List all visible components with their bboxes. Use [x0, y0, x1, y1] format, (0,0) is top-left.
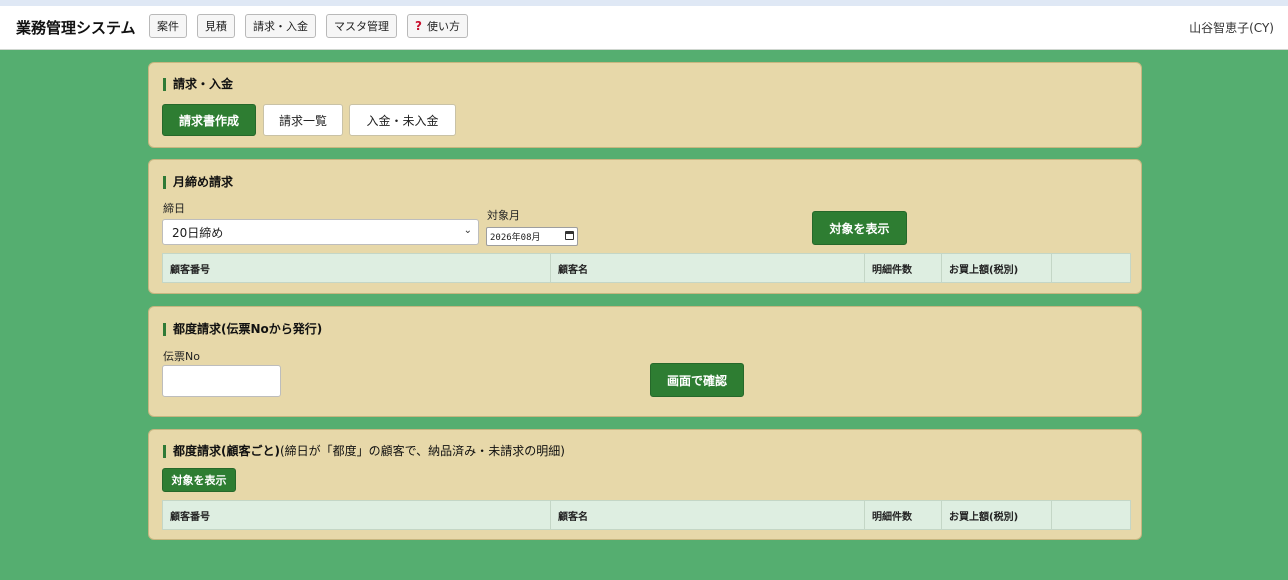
col-item-count: 明細件数 — [864, 500, 942, 530]
col-item-count: 明細件数 — [864, 253, 942, 283]
monthly-billing-panel: 月締め請求 締日 20日締め ⌄ 対象月 2026年08月 対象を表示 顧客番号… — [148, 159, 1142, 294]
closing-day-value: 20日締め — [172, 225, 224, 240]
target-month-value: 2026年08月 — [490, 233, 541, 243]
tab-create-invoice[interactable]: 請求書作成 — [162, 104, 256, 136]
nav-billing[interactable]: 請求・入金 — [245, 14, 316, 38]
billing-panel: 請求・入金 請求書作成 請求一覧 入金・未入金 — [148, 62, 1142, 148]
col-customer-name: 顧客名 — [550, 253, 865, 283]
per-customer-note: (締日が「都度」の顧客で、納品済み・未請求の明細) — [279, 444, 565, 458]
app-title: 業務管理システム — [16, 19, 136, 37]
nav-help[interactable]: ? 使い方 — [407, 14, 468, 38]
show-customer-targets-button[interactable]: 対象を表示 — [162, 468, 236, 492]
col-actions — [1051, 253, 1131, 283]
confirm-on-screen-button[interactable]: 画面で確認 — [650, 363, 744, 397]
question-mark-icon: ? — [415, 19, 422, 33]
slip-no-input[interactable] — [162, 365, 281, 397]
target-month-label: 対象月 — [487, 209, 520, 222]
app-header: 業務管理システム 案件 見積 請求・入金 マスタ管理 ? 使い方 山谷智恵子(C… — [0, 6, 1288, 50]
per-customer-title-text: 都度請求(顧客ごと) — [173, 444, 280, 458]
main-nav: 案件 見積 請求・入金 マスタ管理 ? 使い方 — [149, 14, 468, 38]
per-slip-title: 都度請求(伝票Noから発行) — [163, 323, 322, 336]
monthly-title: 月締め請求 — [163, 176, 233, 189]
table-header-row: 顧客番号 顧客名 明細件数 お買上額(税別) — [162, 253, 1131, 283]
slip-no-label: 伝票No — [163, 350, 200, 363]
calendar-icon — [565, 231, 574, 240]
col-amount: お買上額(税別) — [941, 500, 1052, 530]
per-slip-panel: 都度請求(伝票Noから発行) 伝票No 画面で確認 — [148, 306, 1142, 417]
closing-day-label: 締日 — [163, 202, 185, 215]
nav-master[interactable]: マスタ管理 — [326, 14, 397, 38]
tab-invoice-list[interactable]: 請求一覧 — [263, 104, 343, 136]
per-customer-table: 顧客番号 顧客名 明細件数 お買上額(税別) — [162, 500, 1131, 530]
col-actions — [1051, 500, 1131, 530]
billing-title: 請求・入金 — [163, 78, 233, 91]
col-customer-name: 顧客名 — [550, 500, 865, 530]
per-customer-title: 都度請求(顧客ごと)(締日が「都度」の顧客で、納品済み・未請求の明細) — [163, 445, 565, 458]
monthly-table: 顧客番号 顧客名 明細件数 お買上額(税別) — [162, 253, 1131, 283]
user-name[interactable]: 山谷智恵子(CY) — [1189, 19, 1274, 36]
target-month-input[interactable]: 2026年08月 — [486, 227, 578, 246]
table-header-row: 顧客番号 顧客名 明細件数 お買上額(税別) — [162, 500, 1131, 530]
per-customer-panel: 都度請求(顧客ごと)(締日が「都度」の顧客で、納品済み・未請求の明細) 対象を表… — [148, 429, 1142, 540]
tab-payments[interactable]: 入金・未入金 — [349, 104, 456, 136]
col-customer-number: 顧客番号 — [162, 253, 551, 283]
chevron-down-icon: ⌄ — [463, 225, 472, 236]
show-targets-button[interactable]: 対象を表示 — [812, 211, 907, 245]
col-customer-number: 顧客番号 — [162, 500, 551, 530]
closing-day-select[interactable]: 20日締め ⌄ — [162, 219, 479, 245]
help-label: 使い方 — [426, 20, 460, 33]
nav-estimates[interactable]: 見積 — [197, 14, 235, 38]
nav-cases[interactable]: 案件 — [149, 14, 187, 38]
col-amount: お買上額(税別) — [941, 253, 1052, 283]
